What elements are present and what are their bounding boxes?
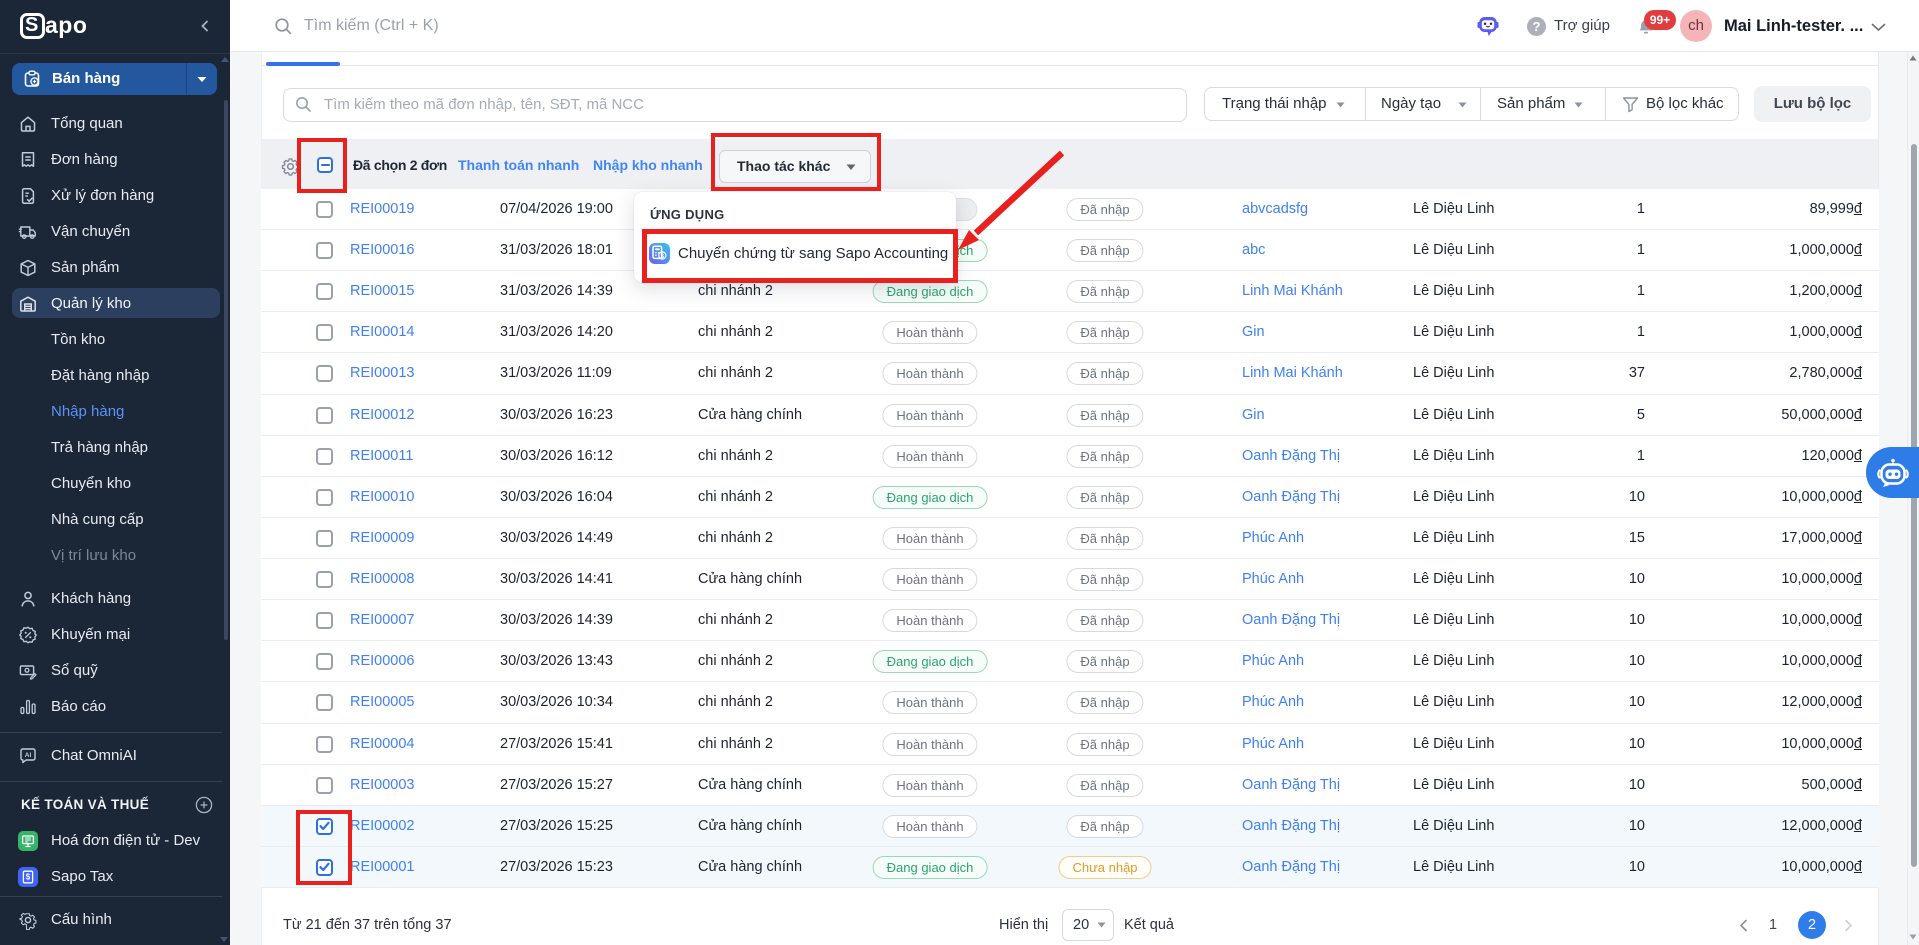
svg-text:AI: AI <box>25 752 32 759</box>
svg-text:$: $ <box>26 873 31 882</box>
